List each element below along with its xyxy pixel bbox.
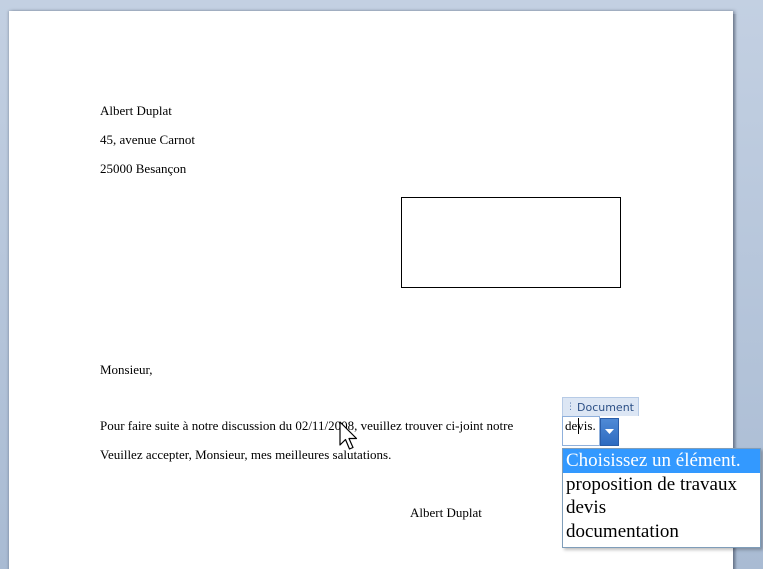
dropdown-option-proposition[interactable]: proposition de travaux — [563, 473, 760, 497]
signature: Albert Duplat — [410, 505, 482, 520]
sender-name: Albert Duplat — [100, 103, 172, 118]
salutation: Monsieur, — [100, 362, 153, 377]
content-control-title-tab[interactable]: ⋮ Document — [562, 397, 639, 416]
content-control-dropdown-button[interactable] — [600, 418, 619, 446]
grip-dots-icon: ⋮ — [566, 401, 575, 412]
recipient-address-box[interactable] — [401, 197, 621, 288]
sender-city: 25000 Besançon — [100, 161, 187, 176]
content-control-value[interactable]: devis. — [565, 418, 596, 434]
body-line-1: Pour faire suite à notre discussion du 0… — [100, 418, 514, 433]
dropdown-list[interactable]: Choisissez un élément. proposition de tr… — [562, 448, 761, 548]
text-caret — [578, 418, 579, 434]
sender-street: 45, avenue Carnot — [100, 132, 195, 147]
dropdown-option-placeholder[interactable]: Choisissez un élément. — [563, 449, 760, 473]
dropdown-option-devis[interactable]: devis — [563, 496, 760, 520]
body-line-2: Veuillez accepter, Monsieur, mes meilleu… — [100, 447, 392, 462]
dropdown-arrow-icon — [605, 429, 614, 434]
content-control-title: Document — [577, 400, 634, 414]
dropdown-option-documentation[interactable]: documentation — [563, 520, 760, 544]
